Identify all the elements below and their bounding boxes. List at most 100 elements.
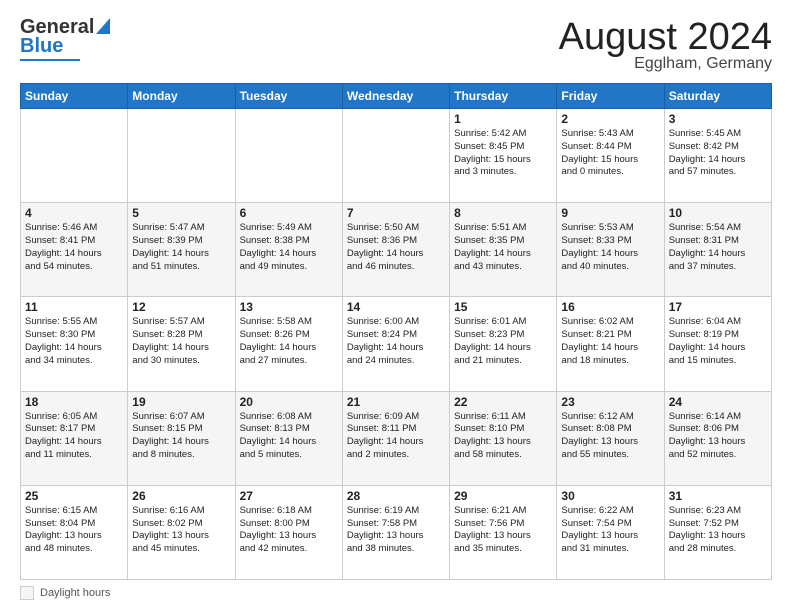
daylight-label: Daylight hours [40,587,110,599]
calendar-cell: 24 Sunrise: 6:14 AM Sunset: 8:06 PM Dayli… [664,391,771,485]
calendar-cell: 3 Sunrise: 5:45 AM Sunset: 8:42 PM Daylig… [664,109,771,203]
day-number: 3 [669,112,767,126]
calendar-cell: 31Sunrise: 6:23 AM Sunset: 7:52 PM Dayli… [664,485,771,579]
day-info: Sunrise: 6:21 AM Sunset: 7:56 PM Dayligh… [454,505,552,556]
calendar-cell: 28 Sunrise: 6:19 AM Sunset: 7:58 PM Dayli… [342,485,449,579]
header-tuesday: Tuesday [235,84,342,109]
title-block: August 2024 Egglham, Germany [559,16,772,73]
calendar-cell: 19 Sunrise: 6:07 AM Sunset: 8:15 PM Dayli… [128,391,235,485]
day-number: 18 [25,395,123,409]
calendar-cell: 7 Sunrise: 5:50 AM Sunset: 8:36 PM Daylig… [342,203,449,297]
logo: General Blue [20,16,110,61]
calendar-cell: 14 Sunrise: 6:00 AM Sunset: 8:24 PM Dayli… [342,297,449,391]
month-title: August 2024 [559,16,772,59]
calendar-cell: 8 Sunrise: 5:51 AM Sunset: 8:35 PM Daylig… [450,203,557,297]
week-row-1: 1Sunrise: 5:42 AM Sunset: 8:45 PM Daylig… [21,109,772,203]
header-thursday: Thursday [450,84,557,109]
header-wednesday: Wednesday [342,84,449,109]
day-number: 8 [454,206,552,220]
week-row-5: 25 Sunrise: 6:15 AM Sunset: 8:04 PM Dayli… [21,485,772,579]
day-info: Sunrise: 6:16 AM Sunset: 8:02 PM Dayligh… [132,505,230,556]
day-number: 29 [454,489,552,503]
calendar-cell: 18 Sunrise: 6:05 AM Sunset: 8:17 PM Dayli… [21,391,128,485]
logo-triangle-icon [96,18,110,39]
calendar-cell [342,109,449,203]
calendar-cell: 29 Sunrise: 6:21 AM Sunset: 7:56 PM Dayli… [450,485,557,579]
day-info: Sunrise: 5:53 AM Sunset: 8:33 PM Dayligh… [561,222,659,273]
day-info: Sunrise: 6:07 AM Sunset: 8:15 PM Dayligh… [132,411,230,462]
logo-blue-text: Blue [20,35,63,58]
calendar-cell: 4Sunrise: 5:46 AM Sunset: 8:41 PM Daylig… [21,203,128,297]
week-row-2: 4Sunrise: 5:46 AM Sunset: 8:41 PM Daylig… [21,203,772,297]
calendar-cell: 1Sunrise: 5:42 AM Sunset: 8:45 PM Daylig… [450,109,557,203]
day-info: Sunrise: 6:04 AM Sunset: 8:19 PM Dayligh… [669,316,767,367]
day-info: Sunrise: 6:12 AM Sunset: 8:08 PM Dayligh… [561,411,659,462]
day-info: Sunrise: 6:14 AM Sunset: 8:06 PM Dayligh… [669,411,767,462]
day-number: 15 [454,300,552,314]
calendar-cell: 27Sunrise: 6:18 AM Sunset: 8:00 PM Dayli… [235,485,342,579]
day-number: 24 [669,395,767,409]
calendar-cell: 12 Sunrise: 5:57 AM Sunset: 8:28 PM Dayli… [128,297,235,391]
day-info: Sunrise: 5:50 AM Sunset: 8:36 PM Dayligh… [347,222,445,273]
calendar-cell [21,109,128,203]
calendar-cell: 2 Sunrise: 5:43 AM Sunset: 8:44 PM Daylig… [557,109,664,203]
calendar-cell: 5 Sunrise: 5:47 AM Sunset: 8:39 PM Daylig… [128,203,235,297]
day-number: 13 [240,300,338,314]
calendar-cell [235,109,342,203]
header: General Blue August 2024 Egglham, German… [20,16,772,73]
calendar-cell: 13Sunrise: 5:58 AM Sunset: 8:26 PM Dayli… [235,297,342,391]
day-info: Sunrise: 6:15 AM Sunset: 8:04 PM Dayligh… [25,505,123,556]
day-number: 25 [25,489,123,503]
day-number: 14 [347,300,445,314]
day-info: Sunrise: 5:43 AM Sunset: 8:44 PM Dayligh… [561,128,659,179]
calendar-cell [128,109,235,203]
calendar-cell: 26 Sunrise: 6:16 AM Sunset: 8:02 PM Dayli… [128,485,235,579]
calendar-header-row: Sunday Monday Tuesday Wednesday Thursday… [21,84,772,109]
calendar-cell: 25 Sunrise: 6:15 AM Sunset: 8:04 PM Dayli… [21,485,128,579]
day-number: 27 [240,489,338,503]
day-info: Sunrise: 5:45 AM Sunset: 8:42 PM Dayligh… [669,128,767,179]
day-info: Sunrise: 5:54 AM Sunset: 8:31 PM Dayligh… [669,222,767,273]
day-info: Sunrise: 6:08 AM Sunset: 8:13 PM Dayligh… [240,411,338,462]
day-number: 23 [561,395,659,409]
day-number: 21 [347,395,445,409]
day-info: Sunrise: 5:57 AM Sunset: 8:28 PM Dayligh… [132,316,230,367]
calendar-cell: 20 Sunrise: 6:08 AM Sunset: 8:13 PM Dayli… [235,391,342,485]
week-row-4: 18 Sunrise: 6:05 AM Sunset: 8:17 PM Dayli… [21,391,772,485]
day-number: 19 [132,395,230,409]
day-number: 9 [561,206,659,220]
day-info: Sunrise: 6:02 AM Sunset: 8:21 PM Dayligh… [561,316,659,367]
day-info: Sunrise: 6:09 AM Sunset: 8:11 PM Dayligh… [347,411,445,462]
day-number: 28 [347,489,445,503]
day-number: 2 [561,112,659,126]
page: General Blue August 2024 Egglham, German… [0,0,792,612]
footer: Daylight hours [20,586,772,600]
day-info: Sunrise: 6:19 AM Sunset: 7:58 PM Dayligh… [347,505,445,556]
calendar-cell: 10Sunrise: 5:54 AM Sunset: 8:31 PM Dayli… [664,203,771,297]
calendar-cell: 17Sunrise: 6:04 AM Sunset: 8:19 PM Dayli… [664,297,771,391]
calendar-cell: 22Sunrise: 6:11 AM Sunset: 8:10 PM Dayli… [450,391,557,485]
calendar-cell: 9 Sunrise: 5:53 AM Sunset: 8:33 PM Daylig… [557,203,664,297]
day-info: Sunrise: 5:55 AM Sunset: 8:30 PM Dayligh… [25,316,123,367]
day-number: 6 [240,206,338,220]
calendar-cell: 15 Sunrise: 6:01 AM Sunset: 8:23 PM Dayli… [450,297,557,391]
header-friday: Friday [557,84,664,109]
header-saturday: Saturday [664,84,771,109]
day-number: 20 [240,395,338,409]
day-info: Sunrise: 5:47 AM Sunset: 8:39 PM Dayligh… [132,222,230,273]
day-info: Sunrise: 6:01 AM Sunset: 8:23 PM Dayligh… [454,316,552,367]
day-number: 12 [132,300,230,314]
day-info: Sunrise: 5:51 AM Sunset: 8:35 PM Dayligh… [454,222,552,273]
week-row-3: 11Sunrise: 5:55 AM Sunset: 8:30 PM Dayli… [21,297,772,391]
day-number: 5 [132,206,230,220]
calendar-cell: 16Sunrise: 6:02 AM Sunset: 8:21 PM Dayli… [557,297,664,391]
day-info: Sunrise: 6:00 AM Sunset: 8:24 PM Dayligh… [347,316,445,367]
calendar-cell: 21 Sunrise: 6:09 AM Sunset: 8:11 PM Dayli… [342,391,449,485]
day-info: Sunrise: 6:05 AM Sunset: 8:17 PM Dayligh… [25,411,123,462]
day-number: 7 [347,206,445,220]
day-number: 26 [132,489,230,503]
day-number: 31 [669,489,767,503]
calendar-table: Sunday Monday Tuesday Wednesday Thursday… [20,83,772,580]
day-info: Sunrise: 5:46 AM Sunset: 8:41 PM Dayligh… [25,222,123,273]
day-info: Sunrise: 5:49 AM Sunset: 8:38 PM Dayligh… [240,222,338,273]
